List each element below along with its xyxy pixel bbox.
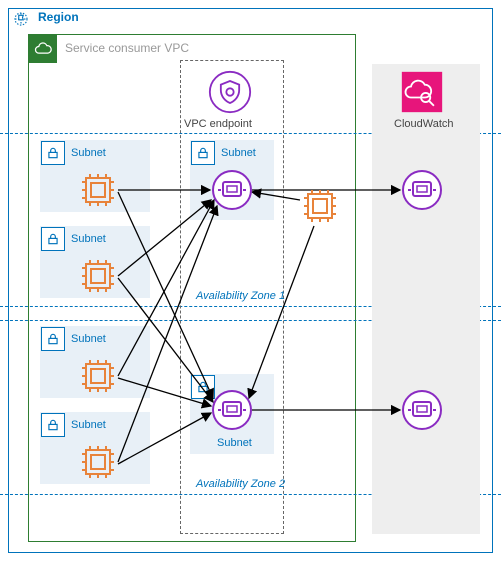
cloudwatch-icon [400, 70, 444, 117]
ec2-instance-icon [78, 170, 118, 210]
lock-icon [41, 141, 65, 165]
lock-icon [41, 227, 65, 251]
cloud-icon [29, 35, 57, 63]
cloudwatch-endpoint-icon [402, 390, 442, 430]
subnet-label: Subnet [71, 147, 106, 159]
subnet-label: Subnet [71, 419, 106, 431]
cloudwatch-panel [372, 64, 480, 534]
eni-icon [212, 170, 252, 210]
shield-icon [208, 70, 252, 117]
eni-icon [212, 390, 252, 430]
vpc-label: Service consumer VPC [65, 41, 189, 55]
diagram-canvas: Region Service consumer VPC VPC endpoint… [0, 0, 501, 561]
lock-icon [41, 413, 65, 437]
ec2-instance-icon [78, 256, 118, 296]
flag-icon [12, 10, 30, 31]
lock-icon [41, 327, 65, 351]
az1-label: Availability Zone 1 [196, 290, 285, 302]
lock-icon [191, 141, 215, 165]
subnet-label: Subnet [71, 233, 106, 245]
az2-label: Availability Zone 2 [196, 478, 285, 490]
subnet-label: Subnet [217, 437, 252, 449]
cloudwatch-endpoint-icon [402, 170, 442, 210]
endpoint-label: VPC endpoint [184, 118, 252, 130]
ec2-instance-icon [78, 356, 118, 396]
subnet-label: Subnet [221, 147, 256, 159]
subnet-label: Subnet [71, 333, 106, 345]
ec2-instance-icon [300, 186, 340, 226]
cloudwatch-label: CloudWatch [394, 118, 454, 130]
region-label: Region [38, 10, 79, 24]
ec2-instance-icon [78, 442, 118, 482]
